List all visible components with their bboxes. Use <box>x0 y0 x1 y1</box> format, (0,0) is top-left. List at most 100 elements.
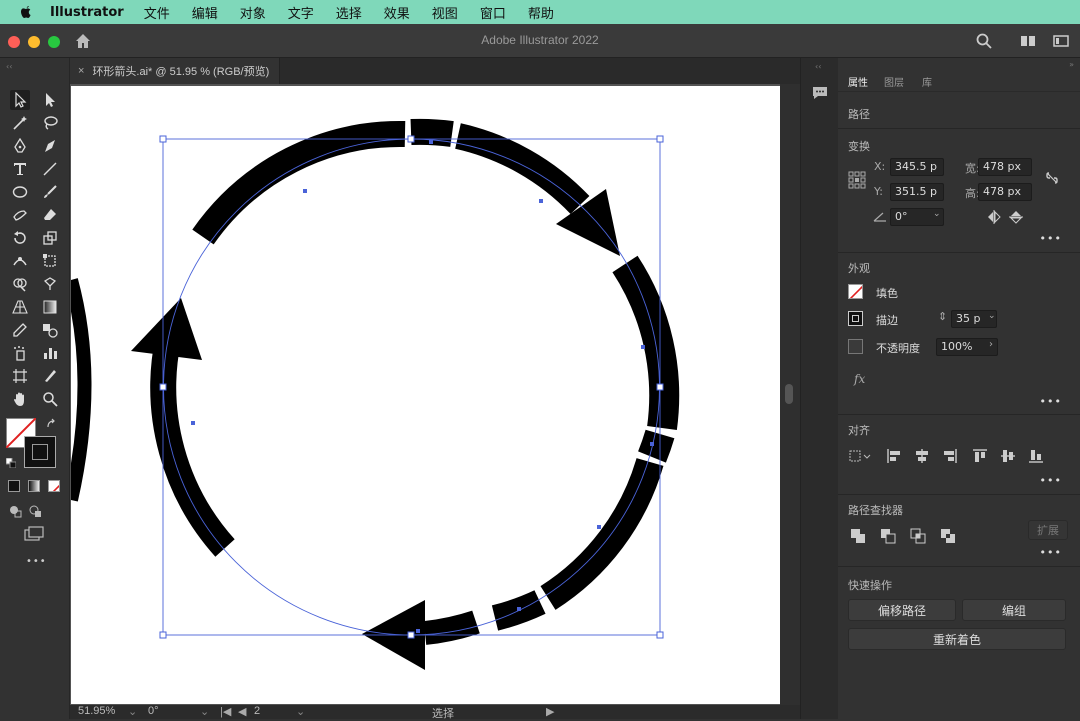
fill-color-swatch[interactable] <box>848 284 863 299</box>
paintbrush-tool[interactable] <box>40 182 60 202</box>
zoom-dropdown-icon[interactable]: ⌄ <box>128 705 137 718</box>
rotate-tool[interactable] <box>10 228 30 248</box>
appearance-more-options[interactable]: ••• <box>1040 395 1062 408</box>
align-left-icon[interactable] <box>886 448 902 464</box>
ellipse-tool[interactable] <box>10 182 30 202</box>
free-transform-tool[interactable] <box>40 251 60 271</box>
menu-window[interactable]: 窗口 <box>480 3 506 22</box>
tab-libraries[interactable]: 库 <box>922 74 932 89</box>
opacity-icon[interactable] <box>848 339 863 354</box>
expand-panels-icon[interactable]: ‹‹ <box>815 62 821 71</box>
pathfinder-intersect-icon[interactable] <box>910 528 926 544</box>
artwork[interactable] <box>71 86 780 704</box>
eyedropper-tool[interactable] <box>10 320 30 340</box>
stroke-color-swatch[interactable] <box>848 311 863 326</box>
live-paint-tool[interactable] <box>40 274 60 294</box>
menu-object[interactable]: 对象 <box>240 3 266 22</box>
y-field[interactable]: 351.5 p <box>890 183 944 201</box>
shape-builder-tool[interactable] <box>10 274 30 294</box>
stroke-swatch[interactable] <box>24 436 56 468</box>
align-more-options[interactable]: ••• <box>1040 474 1062 487</box>
artboard-dropdown-icon[interactable]: ⌄ <box>296 705 305 718</box>
menu-view[interactable]: 视图 <box>432 3 458 22</box>
align-right-icon[interactable] <box>942 448 958 464</box>
pathfinder-minus-front-icon[interactable] <box>880 528 896 544</box>
stroke-weight-stepper-icon[interactable]: ⇕ <box>938 310 947 323</box>
line-tool[interactable] <box>40 159 60 179</box>
curvature-tool[interactable] <box>40 136 60 156</box>
eraser-tool[interactable] <box>40 205 60 225</box>
pen-tool[interactable] <box>10 136 30 156</box>
puppet-warp-tool[interactable] <box>10 251 30 271</box>
flip-vertical-icon[interactable] <box>1008 209 1024 225</box>
collapse-toolbar-icon[interactable]: ‹‹ <box>6 62 12 71</box>
align-top-icon[interactable] <box>972 448 988 464</box>
pathfinder-unite-icon[interactable] <box>850 528 866 544</box>
group-button[interactable]: 编组 <box>962 599 1066 621</box>
align-to-selection-icon[interactable] <box>848 448 872 464</box>
tab-layers[interactable]: 图层 <box>884 74 904 89</box>
draw-behind-icon[interactable] <box>28 504 42 518</box>
blend-tool[interactable] <box>40 320 60 340</box>
shaper-tool[interactable] <box>10 205 30 225</box>
status-menu-icon[interactable]: ▶ <box>546 705 554 718</box>
default-colors-icon[interactable] <box>6 458 16 468</box>
artboard-number[interactable]: 2 <box>254 705 260 717</box>
selection-tool[interactable] <box>10 90 30 110</box>
menu-effect[interactable]: 效果 <box>384 3 410 22</box>
angle-dropdown-icon[interactable]: ⌄ <box>933 209 941 219</box>
lasso-tool[interactable] <box>40 113 60 133</box>
offset-path-button[interactable]: 偏移路径 <box>848 599 956 621</box>
workspace-icon[interactable] <box>1019 32 1037 50</box>
rotate-view-value[interactable]: 0° <box>148 705 159 717</box>
rotate-dropdown-icon[interactable]: ⌄ <box>200 705 209 718</box>
pathfinder-exclude-icon[interactable] <box>940 528 956 544</box>
scale-tool[interactable] <box>40 228 60 248</box>
apple-icon[interactable] <box>18 4 34 20</box>
opacity-label[interactable]: 不透明度 <box>876 340 920 356</box>
gradient-mode-button[interactable] <box>28 480 40 492</box>
effects-fx-icon[interactable]: fx <box>854 372 865 386</box>
document-tab[interactable]: × 环形箭头.ai* @ 51.95 % (RGB/预览) <box>70 58 280 84</box>
type-tool[interactable] <box>10 159 30 179</box>
first-artboard-icon[interactable]: |◀ <box>220 705 231 718</box>
close-document-icon[interactable]: × <box>78 65 84 77</box>
pathfinder-more-options[interactable]: ••• <box>1040 546 1062 559</box>
stroke-weight-dropdown-icon[interactable]: ⌄ <box>988 311 996 321</box>
opacity-expand-icon[interactable]: › <box>989 339 993 350</box>
vertical-scrollbar[interactable] <box>780 84 800 705</box>
gradient-tool[interactable] <box>40 297 60 317</box>
screen-mode-icon[interactable] <box>24 526 44 542</box>
recolor-button[interactable]: 重新着色 <box>848 628 1066 650</box>
height-field[interactable]: 478 px <box>978 183 1032 201</box>
align-horizontal-center-icon[interactable] <box>914 448 930 464</box>
slice-tool[interactable] <box>40 366 60 386</box>
transform-more-options[interactable]: ••• <box>1040 232 1062 245</box>
stroke-label[interactable]: 描边 <box>876 312 898 328</box>
tab-properties[interactable]: 属性 <box>848 74 868 89</box>
edit-toolbar-more[interactable]: ••• <box>26 556 47 567</box>
search-icon[interactable] <box>975 32 993 50</box>
draw-mode-icon[interactable] <box>8 504 22 518</box>
constrain-proportions-icon[interactable] <box>1044 170 1060 186</box>
symbol-sprayer-tool[interactable] <box>10 343 30 363</box>
perspective-grid-tool[interactable] <box>10 297 30 317</box>
comments-icon[interactable] <box>811 84 829 102</box>
magic-wand-tool[interactable] <box>10 113 30 133</box>
direct-selection-tool[interactable] <box>40 90 60 110</box>
fill-label[interactable]: 填色 <box>876 285 898 301</box>
menu-select[interactable]: 选择 <box>336 3 362 22</box>
flip-horizontal-icon[interactable] <box>986 209 1002 225</box>
previous-artboard-icon[interactable]: ◀ <box>238 705 246 718</box>
expand-button[interactable]: 扩展 <box>1028 520 1068 540</box>
panel-toggle-icon[interactable] <box>1052 32 1070 50</box>
zoom-tool[interactable] <box>40 389 60 409</box>
artboard[interactable] <box>71 86 780 704</box>
x-field[interactable]: 345.5 p <box>890 158 944 176</box>
align-vertical-center-icon[interactable] <box>1000 448 1016 464</box>
reference-point-icon[interactable] <box>848 171 866 189</box>
zoom-level[interactable]: 51.95% <box>78 705 115 717</box>
menu-file[interactable]: 文件 <box>144 3 170 22</box>
app-menu[interactable]: Illustrator <box>50 5 124 20</box>
align-bottom-icon[interactable] <box>1028 448 1044 464</box>
